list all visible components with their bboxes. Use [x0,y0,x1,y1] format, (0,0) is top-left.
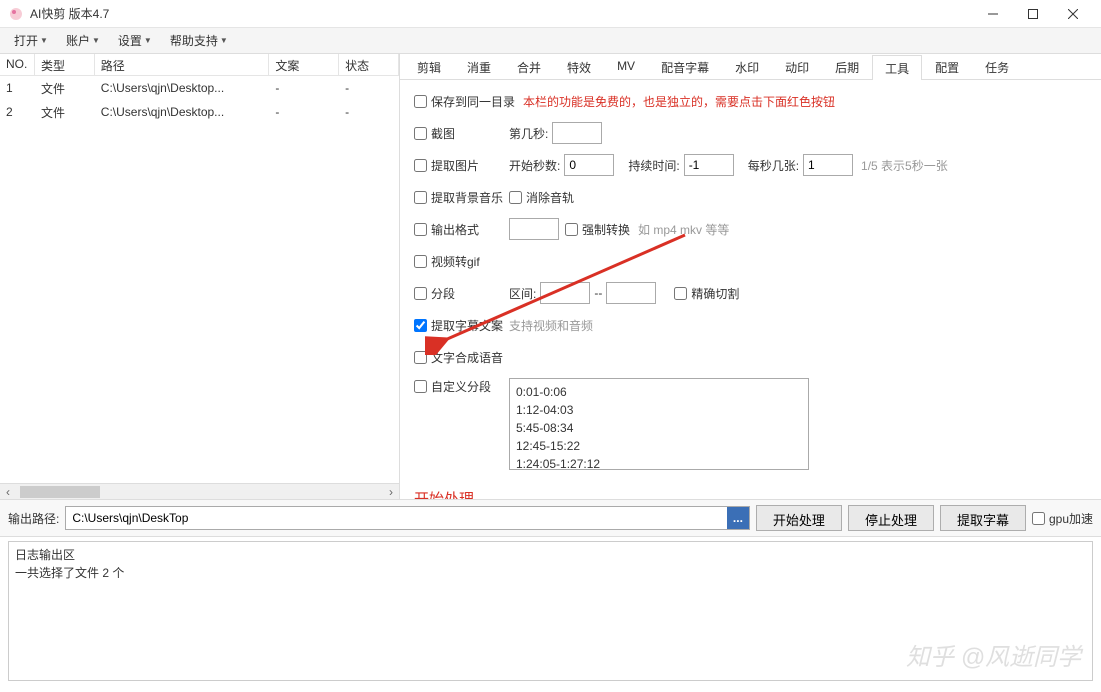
main-area: NO. 类型 路径 文案 状态 1 文件 C:\Users\qjn\Deskto… [0,54,1101,499]
app-icon [8,6,24,22]
stop-button[interactable]: 停止处理 [848,505,934,531]
menu-open[interactable]: 打开▼ [6,29,56,52]
tab-mv[interactable]: MV [604,54,648,79]
horizontal-scrollbar[interactable]: ‹ › [0,483,399,499]
th-path[interactable]: 路径 [95,54,270,75]
tab-config[interactable]: 配置 [922,54,972,79]
precise-cut-checkbox[interactable]: 精确切割 [674,285,739,302]
menu-settings[interactable]: 设置▼ [110,29,160,52]
close-button[interactable] [1053,0,1093,28]
table-row[interactable]: 2 文件 C:\Users\qjn\Desktop... - - [0,100,399,124]
tool-panel: 保存到同一目录 本栏的功能是免费的，也是独立的，需要点击下面红色按钮 截图 第几… [400,80,1101,499]
extract-bgm-checkbox[interactable]: 提取背景音乐 [414,189,509,206]
output-fmt-input[interactable] [509,218,559,240]
output-path-label: 输出路径: [8,510,59,527]
fmt-hint: 如 mp4 mkv 等等 [638,221,729,238]
table-row[interactable]: 1 文件 C:\Users\qjn\Desktop... - - [0,76,399,100]
custom-seg-checkbox[interactable]: 自定义分段 [414,378,509,395]
tab-dub[interactable]: 配音字幕 [648,54,722,79]
table-header: NO. 类型 路径 文案 状态 [0,54,399,76]
output-path-input[interactable] [66,511,727,525]
tab-dedup[interactable]: 消重 [454,54,504,79]
tab-effect[interactable]: 特效 [554,54,604,79]
scroll-right-icon[interactable]: › [383,485,399,499]
tab-merge[interactable]: 合并 [504,54,554,79]
window-title: AI快剪 版本4.7 [30,5,973,22]
fps-hint: 1/5 表示5秒一张 [861,157,948,174]
log-area[interactable]: 日志输出区 一共选择了文件 2 个 [8,541,1093,681]
menubar: 打开▼ 账户▼ 设置▼ 帮助支持▼ [0,28,1101,54]
extract-dur-input[interactable] [684,154,734,176]
remove-audio-checkbox[interactable]: 消除音轨 [509,189,604,206]
menu-account[interactable]: 账户▼ [58,29,108,52]
gpu-accel-checkbox[interactable]: gpu加速 [1032,510,1093,527]
log-line: 日志输出区 [15,546,1086,564]
start-process-link[interactable]: 开始处理 [414,488,474,499]
maximize-button[interactable] [1013,0,1053,28]
force-convert-checkbox[interactable]: 强制转换 [565,221,630,238]
menu-help[interactable]: 帮助支持▼ [162,29,236,52]
right-panel: 剪辑 消重 合并 特效 MV 配音字幕 水印 动印 后期 工具 配置 任务 保存… [400,54,1101,499]
tts-checkbox[interactable]: 文字合成语音 [414,349,509,366]
segment-to-input[interactable] [606,282,656,304]
extract-subtitle-button[interactable]: 提取字幕 [940,505,1026,531]
file-table: NO. 类型 路径 文案 状态 1 文件 C:\Users\qjn\Deskto… [0,54,400,499]
log-line: 一共选择了文件 2 个 [15,564,1086,582]
extract-start-input[interactable] [564,154,614,176]
output-fmt-checkbox[interactable]: 输出格式 [414,221,509,238]
screenshot-checkbox[interactable]: 截图 [414,125,509,142]
tabs: 剪辑 消重 合并 特效 MV 配音字幕 水印 动印 后期 工具 配置 任务 [400,54,1101,80]
tab-watermark[interactable]: 水印 [722,54,772,79]
tab-post[interactable]: 后期 [822,54,872,79]
minimize-button[interactable] [973,0,1013,28]
output-row: 输出路径: ... 开始处理 停止处理 提取字幕 gpu加速 [0,499,1101,537]
free-hint: 本栏的功能是免费的，也是独立的，需要点击下面红色按钮 [523,93,835,110]
titlebar: AI快剪 版本4.7 [0,0,1101,28]
browse-button[interactable]: ... [727,507,749,529]
to-gif-checkbox[interactable]: 视频转gif [414,253,509,270]
segment-checkbox[interactable]: 分段 [414,285,509,302]
subtitle-hint: 支持视频和音频 [509,317,593,334]
th-text[interactable]: 文案 [269,54,339,75]
start-button[interactable]: 开始处理 [756,505,842,531]
tab-motion[interactable]: 动印 [772,54,822,79]
tab-tools[interactable]: 工具 [872,55,922,80]
scroll-thumb[interactable] [20,486,100,498]
save-same-dir-checkbox[interactable]: 保存到同一目录 [414,93,515,110]
segment-from-input[interactable] [540,282,590,304]
extract-img-checkbox[interactable]: 提取图片 [414,157,509,174]
scroll-left-icon[interactable]: ‹ [0,485,16,499]
tab-clip[interactable]: 剪辑 [404,54,454,79]
screenshot-sec-input[interactable] [552,122,602,144]
custom-seg-textarea[interactable]: 0:01-0:06 1:12-04:03 5:45-08:34 12:45-15… [509,378,809,470]
extract-fps-input[interactable] [803,154,853,176]
th-no[interactable]: NO. [0,54,35,75]
extract-subtitle-checkbox[interactable]: 提取字幕文案 [414,317,509,334]
tab-tasks[interactable]: 任务 [972,54,1022,79]
th-type[interactable]: 类型 [35,54,95,75]
th-status[interactable]: 状态 [339,54,399,75]
